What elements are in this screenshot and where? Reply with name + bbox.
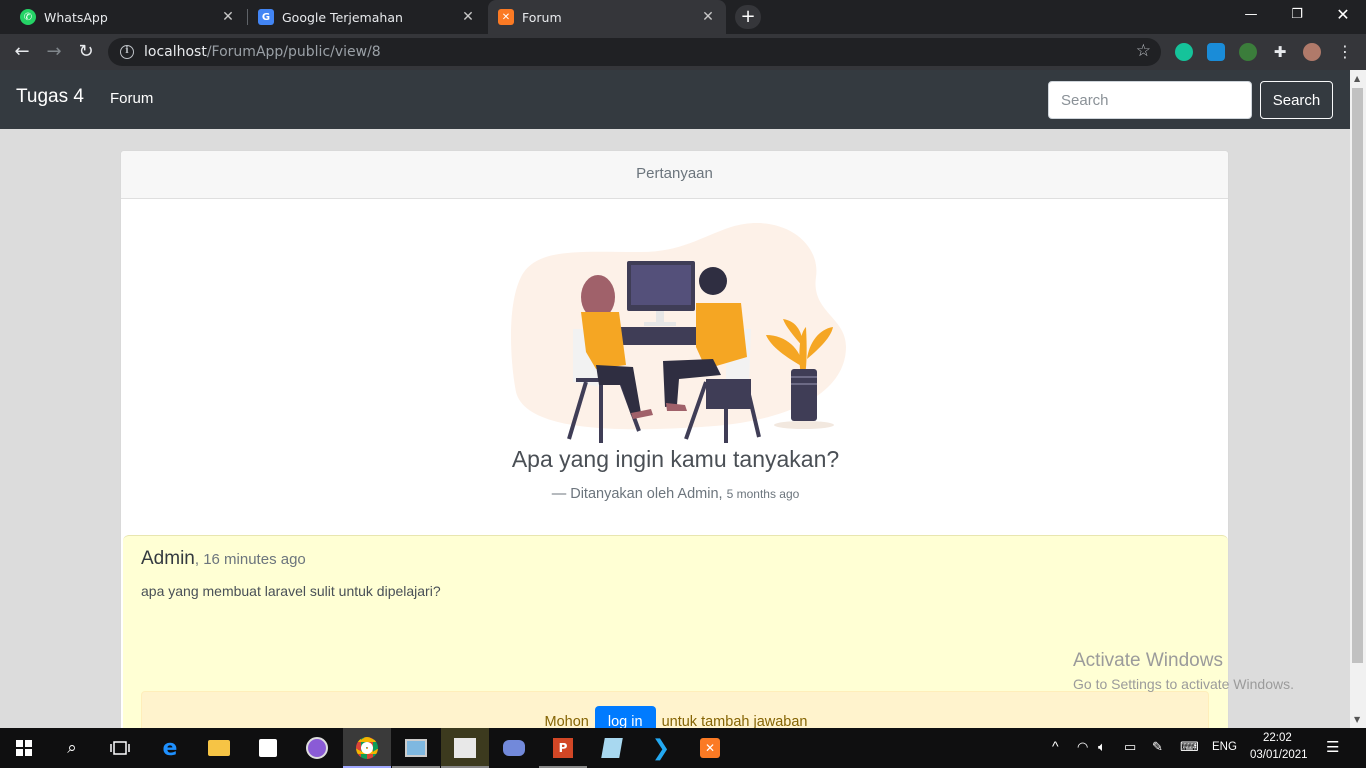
login-button[interactable]: log in [594, 706, 656, 728]
tray-chevron-icon[interactable]: ^ [1052, 738, 1059, 754]
clock-time[interactable]: 22:02 [1263, 732, 1292, 744]
window-close-icon[interactable]: ✕ [1320, 0, 1366, 30]
xampp-icon: ✕ [498, 9, 514, 25]
search-icon[interactable]: ⌕ [48, 728, 96, 768]
scrollbar-thumb[interactable] [1352, 88, 1363, 663]
answer-card: Admin, 16 minutes ago apa yang membuat l… [123, 535, 1228, 728]
login-prompt: Mohon log in untuk tambah jawaban [142, 706, 1210, 728]
battery-icon[interactable]: ▭ [1124, 739, 1136, 755]
discord-icon[interactable] [490, 728, 538, 768]
answer-author: Admin [141, 548, 195, 569]
page-viewport: Tugas 4 Forum Search Pertanyaan [0, 70, 1350, 728]
photos-icon[interactable] [392, 728, 440, 768]
nav-link-forum[interactable]: Forum [110, 90, 153, 107]
puzzle-extensions-icon[interactable]: ✚ [1271, 43, 1289, 61]
vscode-icon[interactable]: ❯ [637, 728, 685, 768]
restore-icon[interactable]: ❐ [1274, 0, 1320, 30]
minimize-icon[interactable]: — [1228, 0, 1274, 30]
app-icon[interactable] [293, 728, 341, 768]
activate-windows-watermark: Activate Windows Go to Settings to activ… [1073, 650, 1294, 692]
watermark-subtitle: Go to Settings to activate Windows. [1073, 676, 1294, 692]
tab-google-translate[interactable]: G Google Terjemahan ✕ [248, 0, 486, 34]
notifications-icon[interactable]: ☰ [1326, 738, 1339, 756]
clock-date[interactable]: 03/01/2021 [1250, 749, 1308, 761]
windows-start-icon[interactable] [0, 728, 48, 768]
tab-title: WhatsApp [44, 9, 108, 25]
tab-title: Google Terjemahan [282, 9, 403, 25]
login-prefix: Mohon [544, 713, 589, 728]
edge-icon[interactable]: e [146, 728, 194, 768]
tab-title: Forum [522, 9, 562, 25]
whatsapp-icon: ✆ [20, 9, 36, 25]
tab-forum[interactable]: ✕ Forum ✕ [488, 0, 726, 34]
people-at-computer-illustration [511, 223, 846, 443]
notepad-icon[interactable] [588, 728, 636, 768]
question-time: 5 months ago [726, 487, 800, 501]
extension-icon[interactable] [1207, 43, 1225, 61]
answer-body: apa yang membuat laravel sulit untuk dip… [141, 583, 441, 599]
card-header: Pertanyaan [121, 151, 1228, 199]
profile-avatar[interactable] [1303, 43, 1321, 61]
browser-tabstrip: ✆ WhatsApp ✕ G Google Terjemahan ✕ ✕ For… [0, 0, 1366, 34]
more-menu-icon[interactable]: ⋮ [1336, 43, 1354, 61]
store-icon[interactable] [244, 728, 292, 768]
watermark-title: Activate Windows [1073, 650, 1223, 671]
answer-time: , 16 minutes ago [194, 551, 306, 568]
tab-whatsapp[interactable]: ✆ WhatsApp ✕ [0, 0, 246, 34]
extension-icon[interactable] [1239, 43, 1257, 61]
xampp-taskbar-icon[interactable]: ✕ [686, 728, 734, 768]
url-host: localhost [144, 44, 207, 60]
volume-icon[interactable]: 🔈︎ [1098, 739, 1106, 755]
wifi-icon[interactable]: ◠ [1077, 739, 1088, 755]
close-icon[interactable]: ✕ [460, 9, 476, 25]
task-view-icon[interactable] [96, 728, 144, 768]
close-icon[interactable]: ✕ [700, 9, 716, 25]
close-icon[interactable]: ✕ [220, 9, 236, 25]
bookmark-star-icon[interactable]: ☆ [1136, 41, 1151, 61]
language-indicator[interactable]: ENG [1212, 741, 1237, 753]
back-icon[interactable]: ← [8, 38, 36, 66]
question-meta: — Ditanyakan oleh Admin, 5 months ago [121, 486, 1228, 502]
chrome-icon[interactable] [343, 728, 391, 768]
grammarly-extension-icon[interactable] [1175, 43, 1193, 61]
movie-maker-icon[interactable] [441, 728, 489, 768]
powerpoint-icon[interactable]: P [539, 728, 587, 768]
site-navbar: Tugas 4 Forum Search [0, 70, 1350, 129]
answer-header: Admin, 16 minutes ago [141, 548, 306, 570]
new-tab-button[interactable]: + [735, 5, 761, 29]
windows-taskbar: ⌕ e P ❯ ✕ ^ ◠ 🔈︎ ▭ ✎ ⌨ ENG 22:02 03/01/2… [0, 728, 1366, 768]
login-suffix: untuk tambah jawaban [661, 713, 808, 728]
navbar-brand[interactable]: Tugas 4 [16, 86, 84, 108]
file-explorer-icon[interactable] [195, 728, 243, 768]
pen-icon[interactable]: ✎ [1152, 739, 1163, 755]
keyboard-icon[interactable]: ⌨ [1180, 739, 1199, 755]
forward-icon[interactable]: → [40, 38, 68, 66]
search-button[interactable]: Search [1260, 81, 1333, 119]
question-title: Apa yang ingin kamu tanyakan? [511, 446, 840, 472]
browser-toolbar: ← → ↻ i localhost/ForumApp/public/view/8… [0, 34, 1366, 70]
page-scrollbar[interactable]: ▲ ▼ [1350, 70, 1366, 728]
scroll-up-icon[interactable]: ▲ [1354, 74, 1360, 83]
question-card: Pertanyaan Apa yang ingin kamu tanyakan?… [120, 150, 1229, 728]
google-translate-icon: G [258, 9, 274, 25]
scroll-down-icon[interactable]: ▼ [1354, 715, 1360, 724]
login-alert: Mohon log in untuk tambah jawaban [141, 691, 1209, 728]
site-info-icon[interactable]: i [120, 45, 134, 59]
address-bar[interactable]: i localhost/ForumApp/public/view/8 ☆ [108, 38, 1161, 66]
reload-icon[interactable]: ↻ [72, 38, 100, 66]
question-author: — Ditanyakan oleh Admin, [551, 486, 723, 502]
url-path: /ForumApp/public/view/8 [206, 44, 381, 60]
search-input[interactable] [1048, 81, 1252, 119]
